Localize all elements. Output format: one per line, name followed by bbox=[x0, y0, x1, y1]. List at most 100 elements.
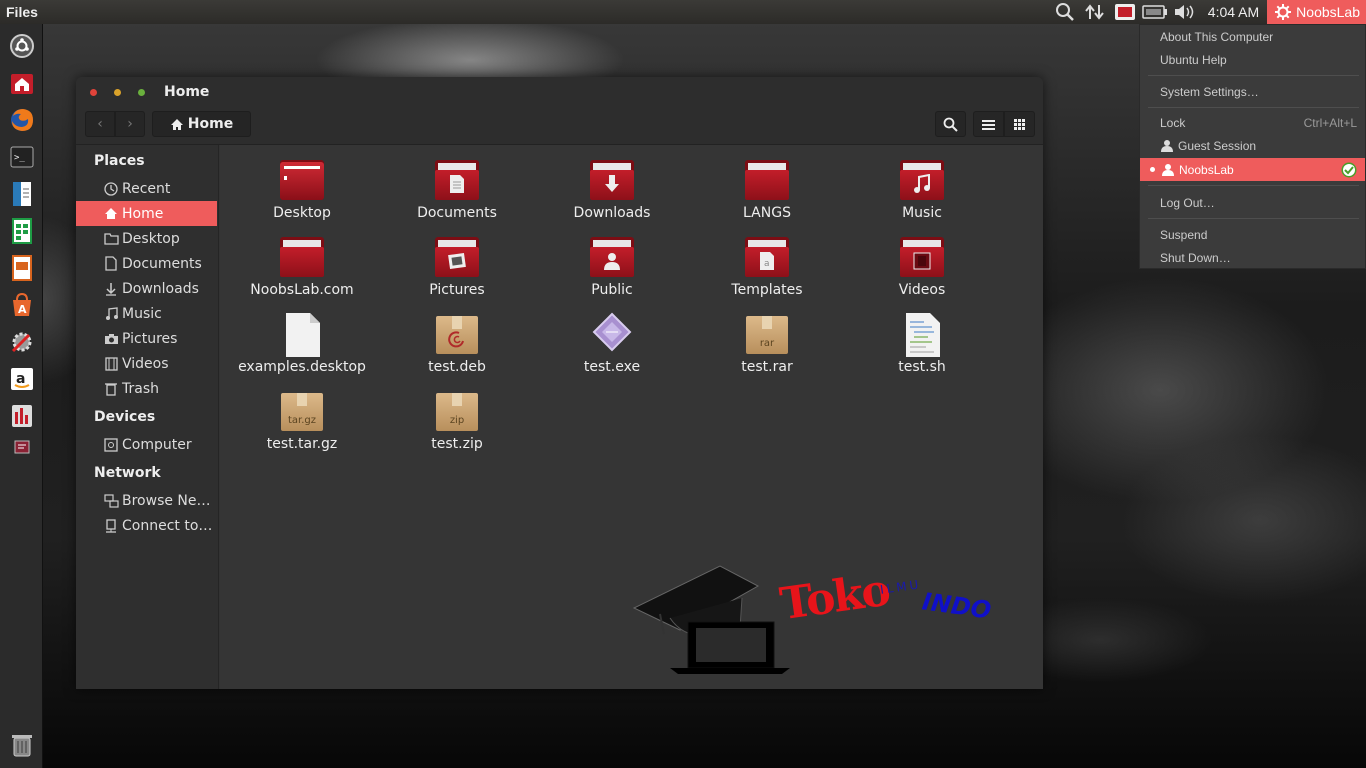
panel-user-name: NoobsLab bbox=[1296, 4, 1360, 20]
sidebar-item-label: Downloads bbox=[122, 280, 199, 297]
search-icon[interactable] bbox=[1050, 0, 1080, 24]
sidebar-item-home[interactable]: Home bbox=[76, 201, 217, 226]
sidebar-item-music[interactable]: Music bbox=[76, 301, 217, 326]
file-item-examples-desktop[interactable]: examples.desktop bbox=[232, 312, 372, 382]
file-label: Music bbox=[902, 205, 942, 221]
system-monitor-icon[interactable] bbox=[7, 401, 36, 430]
workspace-switcher-icon[interactable] bbox=[7, 432, 36, 461]
file-item-test-zip[interactable]: zip test.zip bbox=[387, 389, 527, 459]
archive-badge: rar bbox=[759, 338, 775, 349]
sidebar-item-documents[interactable]: Documents bbox=[76, 251, 217, 276]
folder-pictures-icon bbox=[433, 235, 481, 281]
network-updown-icon[interactable] bbox=[1080, 0, 1110, 24]
search-button[interactable] bbox=[935, 111, 966, 137]
forward-button[interactable]: › bbox=[115, 111, 145, 137]
checkmark-icon bbox=[1341, 162, 1357, 178]
file-item-music[interactable]: Music bbox=[852, 158, 992, 228]
dash-home-icon[interactable] bbox=[7, 31, 36, 60]
sidebar-item-pictures[interactable]: Pictures bbox=[76, 326, 217, 351]
file-label: Documents bbox=[417, 205, 497, 221]
menu-item-suspend[interactable]: Suspend bbox=[1140, 223, 1365, 246]
menu-item-current-user[interactable]: NoobsLab bbox=[1140, 158, 1365, 181]
svg-text:A: A bbox=[18, 303, 27, 316]
menu-item-shut-down[interactable]: Shut Down… bbox=[1140, 246, 1365, 269]
drive-icon bbox=[103, 437, 119, 453]
writer-icon[interactable] bbox=[7, 179, 36, 208]
archive-badge: tar.gz bbox=[287, 415, 317, 426]
file-label: Templates bbox=[731, 282, 803, 298]
menu-item-guest-session[interactable]: Guest Session bbox=[1140, 134, 1365, 157]
file-item-test-rar[interactable]: rar test.rar bbox=[697, 312, 837, 382]
folder-icon bbox=[103, 231, 119, 247]
menu-item-lock[interactable]: Lock Ctrl+Alt+L bbox=[1140, 111, 1365, 134]
chevron-right-icon: › bbox=[127, 116, 133, 132]
network-icon bbox=[103, 493, 119, 509]
volume-icon[interactable] bbox=[1170, 0, 1200, 24]
sidebar-item-label: Desktop bbox=[122, 230, 180, 247]
sidebar-item-browse-network[interactable]: Browse Ne… bbox=[76, 488, 217, 513]
software-center-icon[interactable]: A bbox=[7, 290, 36, 319]
sidebar-item-label: Videos bbox=[122, 355, 169, 372]
calc-icon[interactable] bbox=[7, 216, 36, 245]
archive-icon: rar bbox=[743, 312, 791, 358]
file-label: test.exe bbox=[583, 359, 641, 375]
sidebar-item-videos[interactable]: Videos bbox=[76, 351, 217, 376]
file-item-pictures[interactable]: Pictures bbox=[387, 235, 527, 305]
sidebar-item-computer[interactable]: Computer bbox=[76, 432, 217, 457]
file-item-langs[interactable]: LANGS bbox=[697, 158, 837, 228]
back-button[interactable]: ‹ bbox=[85, 111, 115, 137]
file-label: Public bbox=[591, 282, 633, 298]
battery-icon[interactable] bbox=[1140, 0, 1170, 24]
firefox-icon[interactable] bbox=[7, 105, 36, 134]
menu-item-about[interactable]: About This Computer bbox=[1140, 25, 1365, 48]
menu-item-log-out[interactable]: Log Out… bbox=[1140, 191, 1365, 214]
path-bar-home-button[interactable]: Home bbox=[152, 111, 251, 137]
devices-heading: Devices bbox=[94, 409, 156, 425]
file-item-templates[interactable]: a Templates bbox=[697, 235, 837, 305]
sidebar-item-desktop[interactable]: Desktop bbox=[76, 226, 217, 251]
executable-icon bbox=[588, 312, 636, 358]
file-item-downloads[interactable]: Downloads bbox=[542, 158, 682, 228]
grid-view-button[interactable] bbox=[1004, 111, 1035, 137]
file-item-test-exe[interactable]: test.exe bbox=[542, 312, 682, 382]
list-view-button[interactable] bbox=[973, 111, 1004, 137]
impress-icon[interactable] bbox=[7, 253, 36, 282]
script-icon bbox=[898, 312, 946, 358]
file-item-desktop[interactable]: Desktop bbox=[232, 158, 372, 228]
window-title: Home bbox=[164, 84, 210, 100]
terminal-icon[interactable]: >_ bbox=[7, 142, 36, 171]
svg-text:>_: >_ bbox=[14, 153, 25, 163]
file-item-public[interactable]: Public bbox=[542, 235, 682, 305]
files-app-icon[interactable] bbox=[7, 68, 36, 97]
launcher: >_ A a bbox=[0, 24, 43, 768]
file-item-test-deb[interactable]: test.deb bbox=[387, 312, 527, 382]
archive-icon: tar.gz bbox=[278, 389, 326, 435]
panel-session-menu[interactable]: NoobsLab bbox=[1267, 0, 1366, 24]
file-item-videos[interactable]: Videos bbox=[852, 235, 992, 305]
panel-clock[interactable]: 4:04 AM bbox=[1200, 4, 1267, 20]
minimize-button[interactable] bbox=[114, 88, 121, 96]
file-item-noobslab[interactable]: NoobsLab.com bbox=[232, 235, 372, 305]
path-bar-home-label: Home bbox=[187, 116, 234, 132]
system-settings-icon[interactable] bbox=[7, 327, 36, 356]
sidebar-item-trash[interactable]: Trash bbox=[76, 376, 217, 401]
sidebar-item-connect-to-server[interactable]: Connect to… bbox=[76, 513, 217, 538]
close-button[interactable] bbox=[90, 88, 97, 96]
file-label: test.deb bbox=[428, 359, 486, 375]
file-item-documents[interactable]: Documents bbox=[387, 158, 527, 228]
menu-item-system-settings[interactable]: System Settings… bbox=[1140, 80, 1365, 103]
sidebar-item-downloads[interactable]: Downloads bbox=[76, 276, 217, 301]
file-label: test.zip bbox=[431, 436, 483, 452]
record-indicator-icon[interactable] bbox=[1110, 0, 1140, 24]
server-icon bbox=[103, 518, 119, 534]
file-item-test-tar-gz[interactable]: tar.gz test.tar.gz bbox=[232, 389, 372, 459]
menu-item-label: Guest Session bbox=[1178, 138, 1257, 153]
session-menu: About This Computer Ubuntu Help System S… bbox=[1139, 24, 1366, 269]
sidebar-item-recent[interactable]: Recent bbox=[76, 176, 217, 201]
trash-icon[interactable] bbox=[7, 730, 36, 759]
sidebar-item-label: Pictures bbox=[122, 330, 178, 347]
maximize-button[interactable] bbox=[138, 88, 145, 96]
amazon-icon[interactable]: a bbox=[7, 364, 36, 393]
menu-item-help[interactable]: Ubuntu Help bbox=[1140, 48, 1365, 71]
file-item-test-sh[interactable]: test.sh bbox=[852, 312, 992, 382]
